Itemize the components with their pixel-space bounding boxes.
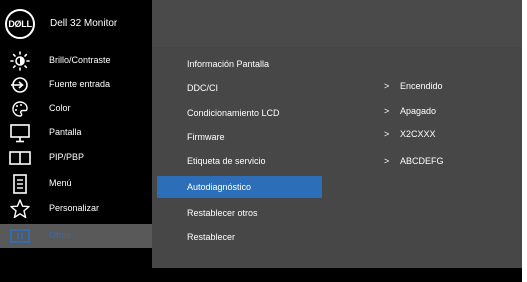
submenu-item-label: Etiqueta de servicio bbox=[187, 156, 266, 166]
value-text: Encendido bbox=[400, 81, 443, 91]
firmware-value: > X2CXXX bbox=[384, 129, 436, 143]
menu-icon bbox=[13, 174, 27, 194]
monitor-osd: DØLL Dell 32 Monitor Brillo/Contraste Fu… bbox=[0, 0, 522, 282]
sidebar-item-menu[interactable]: Menú bbox=[0, 172, 152, 196]
submenu-item-label: DDC/CI bbox=[187, 83, 218, 93]
service-tag-value: > ABCDEFG bbox=[384, 156, 444, 170]
submenu-panel: Información Pantalla DDC/CI Condicionami… bbox=[152, 47, 522, 282]
sidebar-item-label: Fuente entrada bbox=[49, 79, 111, 89]
submenu-item-label: Restablecer bbox=[187, 232, 236, 242]
star-icon bbox=[10, 199, 30, 219]
submenu-item-firmware[interactable]: Firmware bbox=[157, 126, 322, 148]
osd-header: DØLL Dell 32 Monitor bbox=[0, 0, 522, 47]
display-icon bbox=[10, 124, 30, 143]
lcd-conditioning-value: > Apagado bbox=[384, 106, 436, 120]
submenu-item-label: Condicionamiento LCD bbox=[187, 108, 280, 118]
chevron-right-icon: > bbox=[384, 106, 390, 116]
color-palette-icon bbox=[12, 101, 28, 117]
sidebar-item-label: Otros bbox=[49, 230, 72, 240]
submenu-item-lcd-conditioning[interactable]: Condicionamiento LCD bbox=[157, 102, 322, 124]
submenu-item-service-tag[interactable]: Etiqueta de servicio bbox=[157, 150, 322, 172]
submenu-item-self-diagnostic[interactable]: Autodiagnóstico bbox=[157, 176, 322, 198]
sidebar-item-label: Pantalla bbox=[49, 127, 82, 137]
sidebar: Brillo/Contraste Fuente entrada Color Pa… bbox=[0, 47, 152, 282]
submenu-item-label: Información Pantalla bbox=[187, 59, 270, 69]
sidebar-item-color[interactable]: Color bbox=[0, 97, 152, 121]
sidebar-item-label: Brillo/Contraste bbox=[49, 55, 111, 65]
sidebar-item-personalize[interactable]: Personalizar bbox=[0, 197, 152, 221]
others-icon bbox=[10, 229, 30, 243]
value-text: X2CXXX bbox=[400, 129, 436, 139]
brightness-icon bbox=[10, 51, 30, 71]
chevron-right-icon: > bbox=[384, 81, 390, 91]
pip-pbp-icon bbox=[9, 151, 31, 165]
sidebar-item-label: Color bbox=[49, 103, 71, 113]
sidebar-item-label: Menú bbox=[49, 178, 72, 188]
submenu-item-label: Firmware bbox=[187, 132, 225, 142]
chevron-right-icon: > bbox=[384, 129, 390, 139]
submenu-item-factory-reset[interactable]: Restablecer bbox=[157, 226, 322, 248]
ddc-ci-value: > Encendido bbox=[384, 81, 443, 95]
sidebar-item-pip-pbp[interactable]: PIP/PBP bbox=[0, 146, 152, 170]
sidebar-item-input-source[interactable]: Fuente entrada bbox=[0, 73, 152, 97]
sidebar-item-label: Personalizar bbox=[49, 203, 100, 213]
osd-title: Dell 32 Monitor bbox=[50, 18, 118, 29]
submenu-item-label: Restablecer otros bbox=[187, 208, 258, 218]
value-text: ABCDEFG bbox=[400, 156, 444, 166]
sidebar-item-others[interactable]: Otros bbox=[0, 224, 152, 248]
sidebar-item-label: PIP/PBP bbox=[49, 152, 85, 162]
sidebar-item-brightness[interactable]: Brillo/Contraste bbox=[0, 49, 152, 73]
chevron-right-icon: > bbox=[384, 156, 390, 166]
input-source-icon bbox=[11, 77, 28, 93]
dell-logo: DØLL bbox=[5, 9, 35, 39]
submenu-item-display-info[interactable]: Información Pantalla bbox=[157, 53, 322, 75]
submenu-area: Información Pantalla DDC/CI Condicionami… bbox=[152, 47, 522, 268]
submenu-item-ddc-ci[interactable]: DDC/CI bbox=[157, 77, 322, 99]
value-text: Apagado bbox=[400, 106, 437, 116]
submenu-item-reset-others[interactable]: Restablecer otros bbox=[157, 202, 322, 224]
header-panel bbox=[152, 0, 522, 47]
submenu-item-label: Autodiagnóstico bbox=[187, 182, 252, 192]
sidebar-item-display[interactable]: Pantalla bbox=[0, 121, 152, 145]
